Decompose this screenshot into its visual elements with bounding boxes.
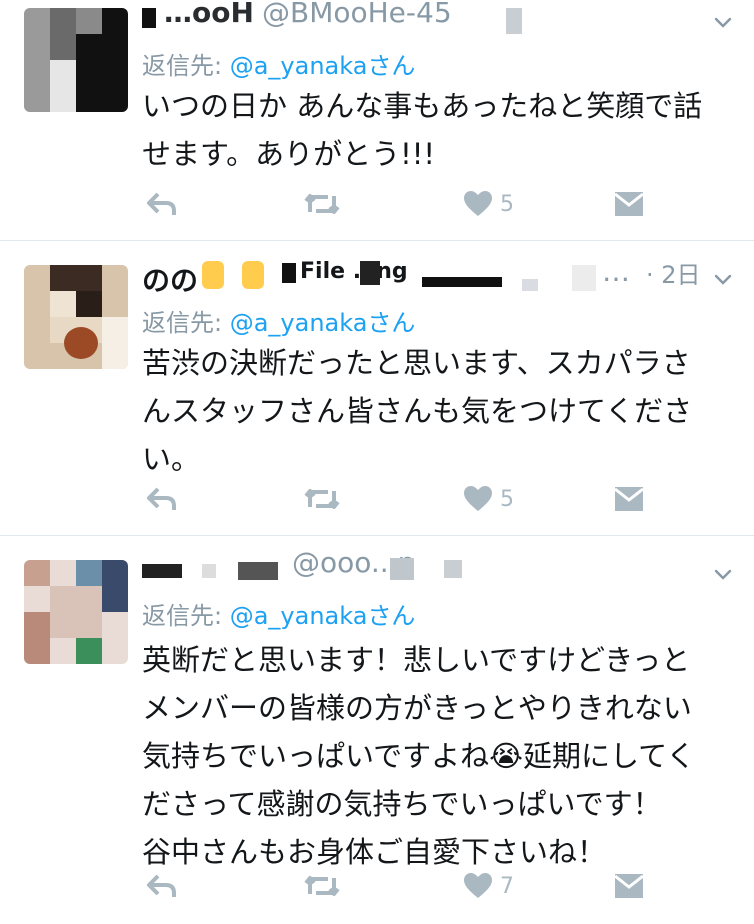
retweet-button[interactable] [302,184,342,224]
chevron-down-icon[interactable] [714,14,732,32]
tweet-text: 英断だと思います！悲しいですけどきっと メンバーの皆様の方がきっとやりきれない … [142,636,732,876]
reply-button[interactable] [146,184,178,224]
reply-context: 返信先: @a_yanakaさん [142,303,415,338]
avatar[interactable] [24,265,128,369]
reply-handle-link[interactable]: @a_yanakaさん [230,52,416,80]
reply-handle-link[interactable]: @a_yanakaさん [230,309,416,337]
tweet-header: @ooo...p [142,546,702,594]
like-button[interactable]: 7 [464,866,514,906]
tweet-text-line: せます。ありがとう!!! [142,137,435,171]
pointing-hand-emoji [242,261,264,289]
reply-button[interactable] [146,866,178,906]
display-name[interactable]: …ooH [164,0,254,29]
tweet-3[interactable]: @ooo...p 返信先: @a_yanakaさん 英断だと思います！悲しいです… [0,536,754,924]
display-name-tail: File . ing [300,259,408,284]
reply-button[interactable] [146,479,178,519]
tweet-2[interactable]: のの File . ing … · 2日 返信先: @a_yanakaさん 苦渋… [0,241,754,536]
like-count: 5 [500,191,514,217]
reply-prefix: 返信先: [142,52,230,80]
reply-icon [147,487,176,510]
tweet-actions: 5 [142,184,662,224]
tweet-text-line: ださって感謝の気持ちでいっぱいです！ [142,787,662,821]
envelope-icon [614,487,644,511]
reply-handle-link[interactable]: @a_yanakaさん [230,602,416,630]
retweet-button[interactable] [302,866,342,906]
tweet-text-line: いつの日か あんな事もあったねと笑顔で話 [142,89,703,123]
tweet-header: …ooH @BMooHe-45 [142,0,702,42]
tweet-text-line: メンバーの皆様の方がきっとやりきれない [142,691,692,725]
tweet-text: いつの日か あんな事もあったねと笑顔で話 せます。ありがとう!!! [142,82,732,178]
tweet-actions: 5 [142,479,662,519]
tweet-1[interactable]: …ooH @BMooHe-45 返信先: @a_yanakaさん いつの日か あ… [0,0,754,241]
tweet-text-line: 苦渋の決断だったと思います、スカパラさ [142,346,691,380]
tweet-text-line: んスタッフさん皆さんも気をつけてくださ [142,394,693,428]
like-button[interactable]: 5 [464,479,514,519]
heart-icon [464,873,492,898]
tweet-text: 苦渋の決断だったと思います、スカパラさ んスタッフさん皆さんも気をつけてくださ … [142,339,732,483]
tweet-text-line: 気持ちでいっぱいですよね😭延期にしてく [142,739,696,773]
retweet-button[interactable] [302,479,342,519]
envelope-icon [614,874,644,898]
timestamp[interactable]: · 2日 [646,255,701,290]
dm-button[interactable] [614,184,644,224]
tweet-actions: 7 [142,866,662,906]
reply-icon [147,874,176,897]
dm-button[interactable] [614,479,644,519]
handle: @BMooHe-45 [262,0,452,29]
envelope-icon [614,192,644,216]
display-name[interactable]: のの [142,259,198,299]
reply-prefix: 返信先: [142,309,230,337]
reply-context: 返信先: @a_yanakaさん [142,596,415,631]
like-count: 5 [500,486,514,512]
reply-icon [147,192,176,215]
chevron-down-icon[interactable] [714,566,732,584]
like-count: 7 [500,873,514,899]
retweet-icon [304,489,340,509]
like-button[interactable]: 5 [464,184,514,224]
avatar[interactable] [24,8,128,112]
reply-context: 返信先: @a_yanakaさん [142,46,415,81]
reply-prefix: 返信先: [142,602,230,630]
tweet-text-line: 英断だと思います！悲しいですけどきっと [142,643,691,677]
pointing-hand-emoji [202,261,224,289]
heart-icon [464,191,492,216]
retweet-icon [304,194,340,214]
heart-icon [464,486,492,511]
chevron-down-icon[interactable] [714,271,732,289]
dm-button[interactable] [614,866,644,906]
tweet-header: のの File . ing … · 2日 [142,255,702,299]
handle: … [602,255,630,288]
tweet-text-line: い。 [142,442,201,476]
avatar[interactable] [24,560,128,664]
retweet-icon [304,876,340,896]
